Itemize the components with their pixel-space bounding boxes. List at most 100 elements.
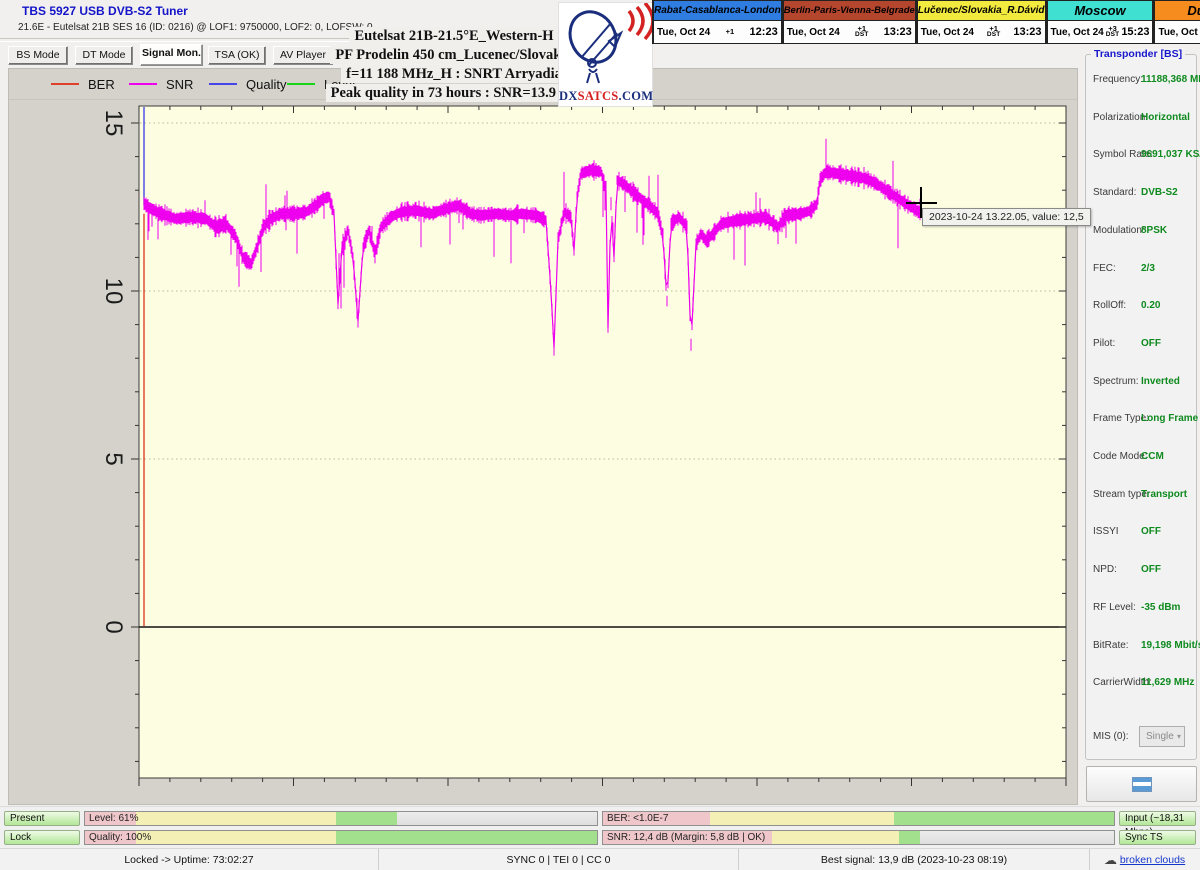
mis-label: MIS (0):	[1093, 731, 1129, 742]
clock-city-label: Rabat-Casablanca-London	[654, 1, 781, 21]
clock-city-label: Lučenec/Slovakia_R.Dávid	[918, 1, 1045, 21]
meter-zone-green	[899, 831, 919, 844]
signal-chart-window[interactable]: BERSNRQualityLevel 051015 2023-10-24 13.…	[8, 68, 1078, 805]
lock-badge: Lock	[4, 830, 80, 845]
transponder-value: OFF	[1141, 338, 1161, 349]
transponder-row: Standard: DVB-S2	[1086, 187, 1196, 201]
meter-zone-yellow	[136, 812, 336, 825]
transponder-value: 9691,037 KS/s	[1141, 149, 1200, 160]
snr-plot[interactable]	[9, 69, 1079, 806]
cloud-icon: ☁	[1104, 854, 1117, 867]
reception-header-line-2: PF Prodelin 450 cm_Lucenec/Slovakia	[330, 46, 577, 64]
transponder-label: BitRate:	[1093, 640, 1129, 651]
transponder-value: Inverted	[1141, 376, 1180, 387]
satellite-dish-icon	[559, 3, 652, 89]
transponder-label: Pilot:	[1093, 338, 1115, 349]
snr-meter: SNR: 12,4 dB (Margin: 5,8 dB | OK)	[602, 830, 1115, 845]
clock-date: Tue, Oct 24	[657, 27, 710, 38]
transponder-row: Stream type:Transport	[1086, 489, 1196, 503]
stream-list-icon	[1132, 777, 1152, 792]
meter-label: SNR: 12,4 dB (Margin: 5,8 dB | OK)	[607, 832, 765, 843]
transponder-value: Transport	[1141, 489, 1187, 500]
transponder-value: OFF	[1141, 564, 1161, 575]
chevron-down-icon: ▾	[1177, 732, 1181, 741]
meter-label: Quality: 100%	[89, 832, 151, 843]
weather-segment: ☁ broken clouds	[1090, 849, 1200, 870]
transponder-label: RF Level:	[1093, 602, 1136, 613]
tab-bs-mode[interactable]: BS Mode	[8, 46, 68, 65]
clock-date: Tue, Oct 24	[787, 27, 840, 38]
meter-zone-empty	[920, 831, 1114, 844]
transponder-label: Modulation:	[1093, 225, 1145, 236]
transponder-row: Code Mode:CCM	[1086, 451, 1196, 465]
meter-zone-yellow	[136, 831, 336, 844]
clock-tz: +3DST	[1106, 26, 1120, 38]
clock-time: 13:23	[884, 26, 912, 38]
tbs-tuner-app: TBS 5927 USB DVB-S2 Tuner 21.6E - Eutels…	[0, 0, 1200, 870]
transponder-value: -35 dBm	[1141, 602, 1180, 613]
weather-link[interactable]: broken clouds	[1120, 854, 1185, 866]
transponder-value: DVB-S2	[1141, 187, 1178, 198]
tab-signal-mon-[interactable]: Signal Mon.	[140, 44, 203, 66]
transponder-label: Code Mode:	[1093, 451, 1147, 462]
tab-dt-mode[interactable]: DT Mode	[75, 46, 133, 65]
transponder-value: OFF	[1141, 526, 1161, 537]
clock-city-label: Moscow	[1048, 1, 1153, 21]
clock-dubai: DubaiTue, Oct 24+415:23	[1153, 0, 1200, 44]
transponder-row: RF Level: -35 dBm	[1086, 602, 1196, 616]
transponder-label: Frequency:	[1093, 74, 1143, 85]
mis-select[interactable]: Single▾	[1139, 726, 1185, 747]
meter-label: BER: <1.0E-7	[607, 813, 668, 824]
transponder-row: RollOff:0.20	[1086, 300, 1196, 314]
tab-tsa-ok-[interactable]: TSA (OK)	[208, 46, 266, 65]
meter-zone-green	[894, 812, 1114, 825]
tab-av-player[interactable]: AV Player	[273, 46, 333, 65]
clock-tz: +1DST	[855, 26, 869, 38]
transponder-row: ISSYI OFF	[1086, 526, 1196, 540]
reception-header-line-1: Eutelsat 21B-21.5°E_Western-H	[349, 27, 558, 45]
transponder-value: Horizontal	[1141, 112, 1190, 123]
transponder-row: Spectrum:Inverted	[1086, 376, 1196, 390]
status-bar: Locked -> Uptime: 73:02:27 SYNC 0 | TEI …	[0, 848, 1200, 870]
clock-moscow: MoscowTue, Oct 24+3DST15:23	[1046, 0, 1154, 44]
transponder-value: 2/3	[1141, 263, 1155, 274]
transponder-row: Symbol Rate:9691,037 KS/s	[1086, 149, 1196, 163]
y-axis-tick-label: 15	[99, 106, 127, 140]
transponder-row: Pilot: OFF	[1086, 338, 1196, 352]
transponder-value: Long Frame	[1141, 413, 1198, 424]
clock-tz: +1DST	[987, 26, 1001, 38]
level-meter: Level: 61%	[84, 811, 598, 826]
world-clocks: Rabat-Casablanca-London Tue, Oct 24 +1 12:2…	[652, 0, 1200, 44]
clock-time: 12:23	[750, 26, 778, 38]
transponder-row: Polarization:Horizontal	[1086, 112, 1196, 126]
mis-row: MIS (0): Single▾	[1086, 731, 1196, 745]
clock-city-label: Berlin-Paris-Vienna-Belgrade	[784, 1, 915, 21]
app-title: TBS 5927 USB DVB-S2 Tuner	[22, 4, 188, 18]
transponder-value: 19,198 Mbit/s	[1141, 640, 1200, 651]
meter-zone-yellow	[710, 812, 894, 825]
clock-tz: +1	[726, 29, 735, 35]
transponder-label: Polarization:	[1093, 112, 1148, 123]
transponder-row: BitRate:19,198 Mbit/s	[1086, 640, 1196, 654]
transponder-label: Standard:	[1093, 187, 1136, 198]
chart-tooltip: 2023-10-24 13.22.05, value: 12,5	[922, 208, 1091, 226]
transponder-label: ISSYI	[1093, 526, 1119, 537]
transponder-row: Frame Type:Long Frame	[1086, 413, 1196, 427]
meter-label: Level: 61%	[89, 813, 138, 824]
transponder-value: CCM	[1141, 451, 1164, 462]
transponder-value: 8PSK	[1141, 225, 1167, 236]
y-axis-tick-label: 10	[99, 274, 127, 308]
meter-zone-green	[336, 831, 597, 844]
transponder-label: Spectrum:	[1093, 376, 1139, 387]
transponder-row: FEC:2/3	[1086, 263, 1196, 277]
input-rate-badge: Input (~18,31 Mbps)	[1119, 811, 1196, 826]
transponder-panel: Transponder [BS] Frequency:11188,368 MHz…	[1085, 54, 1197, 760]
lock-uptime-status: Locked -> Uptime: 73:02:27	[0, 849, 379, 870]
transponder-row: CarrierWidth:11,629 MHz	[1086, 677, 1196, 691]
transponder-value: 11,629 MHz	[1141, 677, 1194, 688]
transponder-value: 0.20	[1141, 300, 1160, 311]
clock-time: 15:23	[1121, 26, 1149, 38]
clock-berlin-paris-vienna-belgrade: Berlin-Paris-Vienna-Belgrade Tue, Oct 24 +…	[782, 0, 916, 44]
sync-counters: SYNC 0 | TEI 0 | CC 0	[379, 849, 739, 870]
stream-list-button[interactable]	[1086, 766, 1197, 802]
